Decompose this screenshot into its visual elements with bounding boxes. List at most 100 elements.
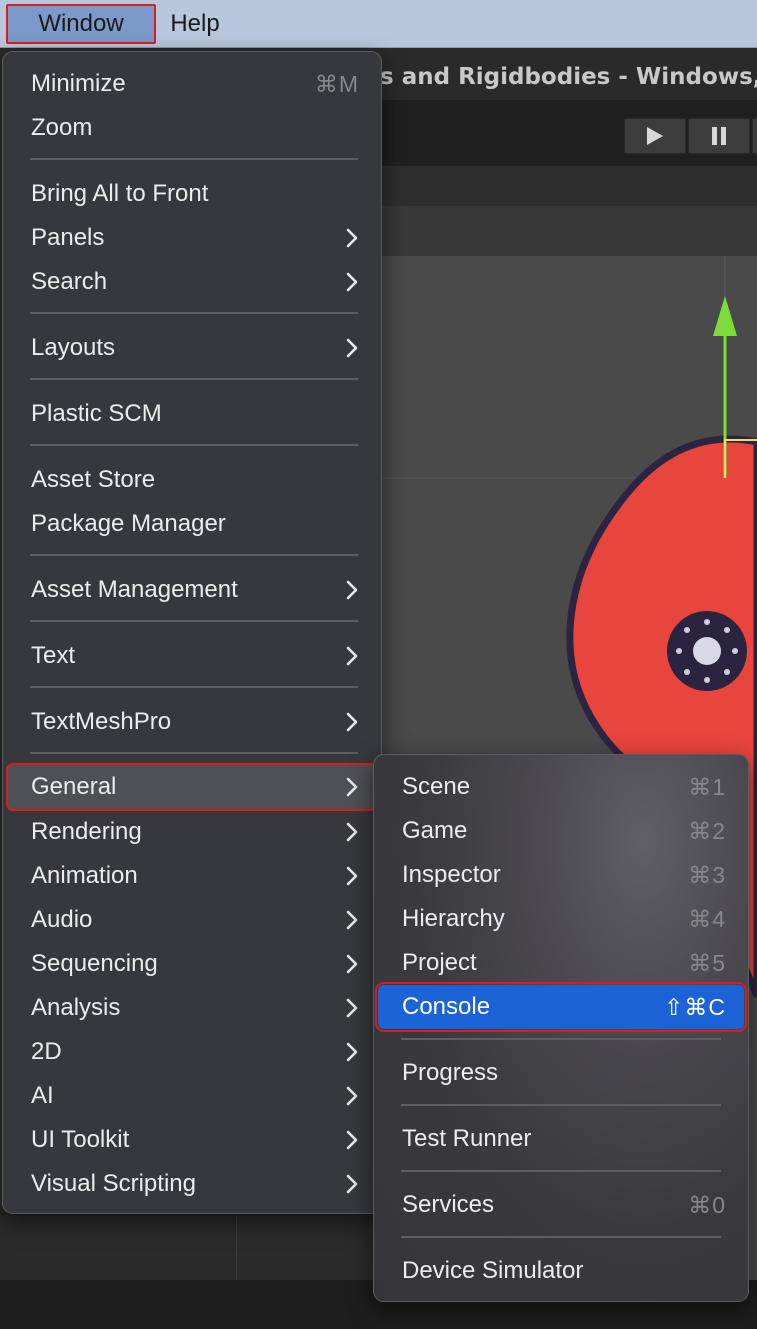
pause-icon	[712, 127, 726, 145]
menu-item-label: Project	[402, 949, 477, 976]
menu-item-label: Device Simulator	[402, 1257, 584, 1284]
menu-item-label: Hierarchy	[402, 905, 505, 932]
chevron-right-icon	[346, 712, 358, 732]
chevron-right-icon	[346, 646, 358, 666]
submenu-item-hierarchy[interactable]: Hierarchy ⌘4	[378, 897, 744, 941]
menu-item-label: Package Manager	[31, 510, 226, 537]
menu-item-label: Game	[402, 817, 468, 844]
menu-item-layouts[interactable]: Layouts	[7, 326, 377, 370]
menu-item-sequencing[interactable]: Sequencing	[7, 942, 377, 986]
menu-item-label: UI Toolkit	[31, 1126, 130, 1153]
menu-item-asset-store[interactable]: Asset Store	[7, 458, 377, 502]
menu-item-package-manager[interactable]: Package Manager	[7, 502, 377, 546]
menu-item-text[interactable]: Text	[7, 634, 377, 678]
play-button[interactable]	[624, 118, 686, 154]
menu-item-rendering[interactable]: Rendering	[7, 810, 377, 854]
submenu-item-progress[interactable]: Progress	[378, 1051, 744, 1095]
menu-separator	[30, 158, 358, 160]
menu-item-search[interactable]: Search	[7, 260, 377, 304]
menu-item-label: Analysis	[31, 994, 121, 1021]
panel-divider	[236, 1215, 237, 1280]
menu-bar: Window Help	[0, 0, 757, 48]
pause-button[interactable]	[688, 118, 750, 154]
submenu-item-console[interactable]: Console ⇧⌘C	[375, 982, 747, 1032]
chevron-right-icon	[346, 1130, 358, 1150]
menu-item-label: Search	[31, 268, 108, 295]
chevron-right-icon	[346, 954, 358, 974]
menu-item-label: Layouts	[31, 334, 116, 361]
editor-window-title: s and Rigidbodies - Windows,	[380, 64, 757, 90]
menubar-help[interactable]: Help	[162, 4, 228, 44]
chevron-right-icon	[346, 228, 358, 248]
play-icon	[647, 127, 663, 145]
menu-item-2d[interactable]: 2D	[7, 1030, 377, 1074]
menu-item-label: Animation	[31, 862, 138, 889]
menu-separator	[401, 1170, 721, 1172]
menu-item-audio[interactable]: Audio	[7, 898, 377, 942]
menu-item-label: Sequencing	[31, 950, 158, 977]
menu-item-visual-scripting[interactable]: Visual Scripting	[7, 1162, 377, 1206]
menu-item-label: Console	[402, 993, 491, 1020]
menu-item-plastic-scm[interactable]: Plastic SCM	[7, 392, 377, 436]
menu-item-label: Scene	[402, 773, 471, 800]
submenu-item-device-simulator[interactable]: Device Simulator	[378, 1249, 744, 1293]
menu-item-panels[interactable]: Panels	[7, 216, 377, 260]
chevron-right-icon	[346, 998, 358, 1018]
menu-item-minimize[interactable]: Minimize ⌘M	[7, 62, 377, 106]
scene-tool-strip	[380, 206, 757, 256]
general-submenu: Scene ⌘1 Game ⌘2 Inspector ⌘3 Hierarchy …	[373, 754, 749, 1302]
menu-separator	[401, 1236, 721, 1238]
submenu-item-services[interactable]: Services ⌘0	[378, 1183, 744, 1227]
menu-item-asset-management[interactable]: Asset Management	[7, 568, 377, 612]
menu-item-label: Minimize	[31, 70, 126, 97]
menu-item-label: 2D	[31, 1038, 62, 1065]
menu-item-label: Services	[402, 1191, 495, 1218]
menu-item-analysis[interactable]: Analysis	[7, 986, 377, 1030]
chevron-right-icon	[346, 1086, 358, 1106]
menu-item-label: Test Runner	[402, 1125, 532, 1152]
menu-item-label: Asset Management	[31, 576, 238, 603]
window-menu: Minimize ⌘M Zoom Bring All to Front Pane…	[2, 51, 382, 1214]
submenu-item-test-runner[interactable]: Test Runner	[378, 1117, 744, 1161]
submenu-item-game[interactable]: Game ⌘2	[378, 809, 744, 853]
menu-item-ai[interactable]: AI	[7, 1074, 377, 1118]
shortcut-label: ⌘M	[314, 70, 359, 97]
chevron-right-icon	[346, 580, 358, 600]
editor-toolbar	[380, 100, 757, 166]
menubar-window[interactable]: Window	[6, 4, 156, 44]
menu-separator	[30, 378, 358, 380]
menu-item-animation[interactable]: Animation	[7, 854, 377, 898]
menu-separator	[30, 444, 358, 446]
submenu-item-project[interactable]: Project ⌘5	[378, 941, 744, 985]
submenu-item-scene[interactable]: Scene ⌘1	[378, 765, 744, 809]
menu-item-label: Rendering	[31, 818, 142, 845]
menu-item-label: Asset Store	[31, 466, 156, 493]
menu-item-label: Inspector	[402, 861, 501, 888]
chevron-right-icon	[346, 777, 358, 797]
menu-item-label: General	[31, 773, 117, 800]
shortcut-label: ⌘3	[688, 861, 726, 888]
menu-item-label: Audio	[31, 906, 93, 933]
step-button[interactable]	[752, 118, 757, 154]
chevron-right-icon	[346, 1042, 358, 1062]
menu-separator	[30, 554, 358, 556]
sprite-eye	[667, 611, 747, 691]
scene-tab-strip	[380, 166, 757, 206]
menu-item-label: Visual Scripting	[31, 1170, 196, 1197]
submenu-item-inspector[interactable]: Inspector ⌘3	[378, 853, 744, 897]
chevron-right-icon	[346, 866, 358, 886]
menu-item-textmeshpro[interactable]: TextMeshPro	[7, 700, 377, 744]
menu-item-ui-toolkit[interactable]: UI Toolkit	[7, 1118, 377, 1162]
menu-item-general[interactable]: General	[6, 763, 378, 811]
shortcut-label: ⌘2	[688, 817, 726, 844]
menu-item-bring-all-to-front[interactable]: Bring All to Front	[7, 172, 377, 216]
menu-item-label: Panels	[31, 224, 105, 251]
menu-separator	[401, 1038, 721, 1040]
menu-separator	[30, 312, 358, 314]
menu-item-zoom[interactable]: Zoom	[7, 106, 377, 150]
chevron-right-icon	[346, 338, 358, 358]
shortcut-label: ⌘1	[688, 773, 726, 800]
menu-item-label: AI	[31, 1082, 54, 1109]
menu-separator	[30, 752, 358, 754]
menu-item-label: Zoom	[31, 114, 93, 141]
